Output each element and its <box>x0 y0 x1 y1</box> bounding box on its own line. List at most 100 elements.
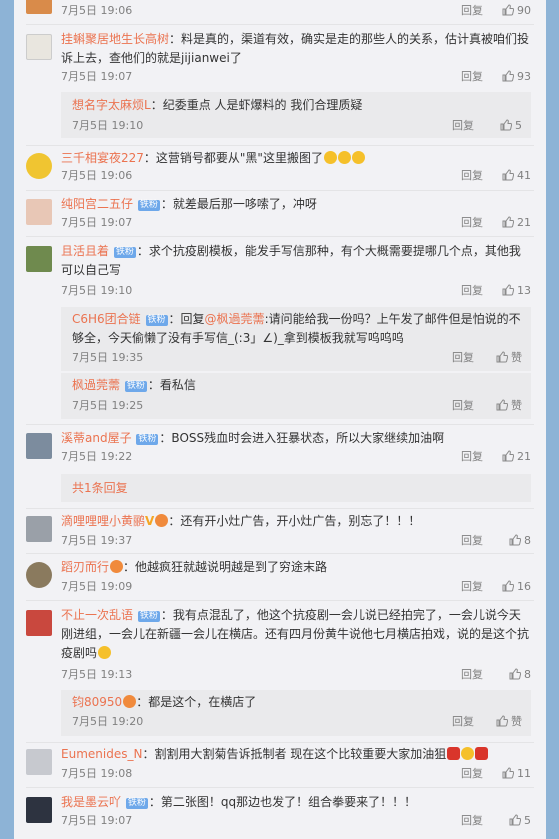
comment-text: 三千相宴夜227：这营销号都要从"黑"这里搬图了 <box>61 149 531 168</box>
reply-button[interactable]: 回复 <box>452 350 474 366</box>
comment-time: 7月5日 19:06 <box>61 169 133 182</box>
thumbs-up-icon <box>502 450 515 462</box>
avatar[interactable] <box>26 797 52 823</box>
comment-body: ：这营销号都要从"黑"这里搬图了 <box>143 151 323 165</box>
username-link[interactable]: C6H6团合链 <box>72 312 141 326</box>
like-button[interactable]: 21 <box>491 449 531 465</box>
thumbs-up-icon <box>502 580 515 592</box>
reply-button[interactable]: 回复 <box>461 449 483 465</box>
emoji-icon <box>98 646 112 659</box>
username-link[interactable]: 钧80950 <box>72 695 122 709</box>
reply-button[interactable]: 回复 <box>461 766 483 782</box>
sub-reply: 想名字太麻烦L：纪委重点 人是虾爆料的 我们合理质疑 7月5日 19:10 回复… <box>61 92 531 138</box>
avatar[interactable] <box>26 516 52 542</box>
comment-text: 枫過莞薷 铁粉 ：看私信 <box>72 376 522 395</box>
comment-text: 不止一次乱语 铁粉 ：我有点混乱了，他这个抗疫剧一会儿说已经拍完了，一会儿说今天刚… <box>61 606 531 663</box>
reply-button[interactable]: 回复 <box>461 3 483 19</box>
fan-badge: 铁粉 <box>137 611 160 622</box>
reply-button[interactable]: 回复 <box>461 215 483 231</box>
like-button[interactable]: 13 <box>491 283 531 299</box>
like-count: 41 <box>517 169 531 182</box>
thumbs-up-icon <box>496 351 509 363</box>
comment-time: 7月5日 19:08 <box>61 767 133 780</box>
thumbs-up-icon <box>502 169 515 181</box>
comment-time: 7月5日 19:07 <box>61 70 133 83</box>
divider <box>26 24 534 25</box>
emoji-icon <box>123 695 137 708</box>
avatar[interactable] <box>26 749 52 775</box>
reply-button[interactable]: 回复 <box>452 714 474 730</box>
username-link[interactable]: 不止一次乱语 <box>61 608 133 622</box>
mention-link[interactable]: @枫過莞薷 <box>205 312 265 326</box>
comment-meta: 7月5日 19:35 回复 赞 <box>72 350 522 366</box>
avatar[interactable] <box>26 153 52 179</box>
like-button[interactable]: 21 <box>491 215 531 231</box>
thumbs-up-icon <box>509 668 522 680</box>
avatar[interactable] <box>26 34 52 60</box>
reply-button[interactable]: 回复 <box>461 813 483 829</box>
comment-text: 我是墨云吖 铁粉 ：第二张图！qq那边也发了！组合拳要来了！！！ <box>61 793 531 812</box>
fan-badge: 铁粉 <box>145 315 168 326</box>
divider <box>26 600 534 601</box>
reply-button[interactable]: 回复 <box>452 398 474 414</box>
more-replies-link[interactable]: 共1条回复 <box>61 474 531 502</box>
reply-button[interactable]: 回复 <box>461 168 483 184</box>
sub-reply: 钧80950 ：都是这个，在横店了 7月5日 19:20 回复 赞 <box>61 690 531 736</box>
username-link[interactable]: 枫過莞薷 <box>72 378 120 392</box>
username-link[interactable]: 且活且着 <box>61 244 109 258</box>
comment-meta: 7月5日 19:06 回复 41 <box>61 168 531 184</box>
thumbs-up-icon <box>502 284 515 296</box>
username-link[interactable]: 纯阳宫二五仔 <box>61 197 133 211</box>
comment-body: ：纪委重点 人是虾爆料的 我们合理质疑 <box>150 98 363 112</box>
like-button[interactable]: 赞 <box>482 714 522 730</box>
comment-time: 7月5日 19:10 <box>72 119 144 132</box>
reply-button[interactable]: 回复 <box>452 118 474 134</box>
comment-body: ：他越疯狂就越说明越是到了穷途末路 <box>123 560 328 574</box>
reply-button[interactable]: 回复 <box>461 69 483 85</box>
like-button[interactable]: 8 <box>491 533 531 549</box>
like-button[interactable]: 41 <box>491 168 531 184</box>
avatar[interactable] <box>26 246 52 272</box>
username-link[interactable]: Eumenides_N <box>61 747 142 761</box>
like-button[interactable]: 赞 <box>482 350 522 366</box>
like-button[interactable]: 赞 <box>482 398 522 414</box>
rose-icon <box>447 747 461 760</box>
avatar[interactable] <box>26 610 52 636</box>
comment-text: C6H6团合链 铁粉 ：回复@枫過莞薷:请问能给我一份吗？上午发了邮件但是怕说的不… <box>72 310 522 348</box>
rose-icon <box>475 747 489 760</box>
username-link[interactable]: 我是墨云吖 <box>61 795 121 809</box>
avatar[interactable] <box>26 199 52 225</box>
divider <box>26 508 534 509</box>
like-button[interactable]: 11 <box>491 766 531 782</box>
comment-text: 纯阳宫二五仔 铁粉 ：就差最后那一哆嗦了，冲呀 <box>61 195 531 214</box>
comment-body: ：看私信 <box>147 378 196 392</box>
like-button[interactable]: 16 <box>491 579 531 595</box>
comment-time: 7月5日 19:37 <box>61 534 133 547</box>
like-label: 赞 <box>511 351 522 364</box>
username-link[interactable]: 三千相宴夜227 <box>61 151 144 165</box>
like-button[interactable]: 90 <box>491 3 531 19</box>
comment-time: 7月5日 19:13 <box>61 668 133 681</box>
username-link[interactable]: 挂蝌聚居地生长高树 <box>61 32 169 46</box>
divider <box>26 553 534 554</box>
avatar[interactable] <box>26 562 52 588</box>
like-button[interactable]: 5 <box>482 118 522 134</box>
fan-badge: 铁粉 <box>124 381 147 392</box>
like-button[interactable]: 8 <box>491 667 531 683</box>
username-link[interactable]: 想名字太麻烦L <box>72 98 151 112</box>
avatar[interactable] <box>26 0 52 14</box>
reply-button[interactable]: 回复 <box>461 533 483 549</box>
comment-meta: 7月5日 19:22 回复 21 <box>61 449 531 465</box>
reply-button[interactable]: 回复 <box>461 579 483 595</box>
reply-button[interactable]: 回复 <box>461 667 483 683</box>
avatar[interactable] <box>26 433 52 459</box>
comment-body: ：都是这个，在横店了 <box>136 695 257 709</box>
like-button[interactable]: 93 <box>491 69 531 85</box>
comment-text: 钧80950 ：都是这个，在横店了 <box>72 693 522 712</box>
username-link[interactable]: 溪蒂and屋子 <box>61 431 132 445</box>
like-button[interactable]: 5 <box>491 813 531 829</box>
thumbs-up-icon <box>502 4 515 16</box>
username-link[interactable]: 蹈刃而行 <box>61 560 109 574</box>
username-link[interactable]: 滴哩哩哩小黄鹂 <box>61 514 145 528</box>
reply-button[interactable]: 回复 <box>461 283 483 299</box>
